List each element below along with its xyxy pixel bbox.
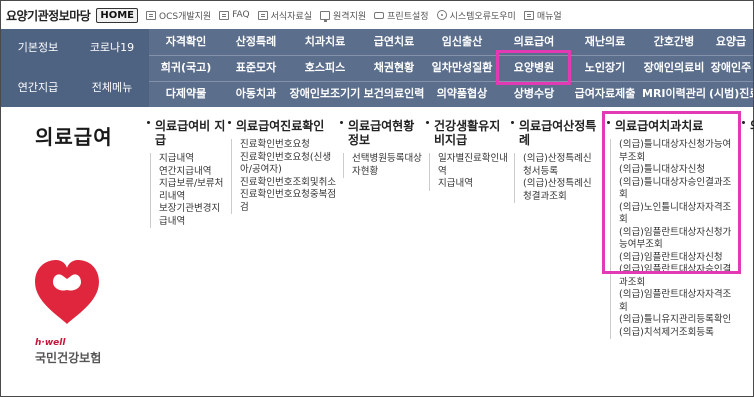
column-heading: 의료급여현황정보: [340, 119, 425, 147]
tool-label: OCS개발지원: [158, 11, 212, 22]
nav-disability-cost[interactable]: 장애인의료비: [639, 55, 709, 81]
nav-polypharmacy[interactable]: 다제약물: [149, 81, 223, 107]
nav-claims[interactable]: 채권현황: [361, 55, 427, 81]
printer-icon: [374, 11, 385, 19]
logo-org-name: 국민건강보험: [35, 351, 102, 365]
active-menu-highlight: [496, 50, 571, 85]
menu-link[interactable]: 지급내역: [159, 153, 227, 166]
menu-column-health-living: 건강생활유지비지급 일자별진료확인내역 지급내역: [426, 119, 510, 191]
nav-benefit-data-submit[interactable]: 급여자료제출: [571, 81, 639, 107]
nav-standard-maternal[interactable]: 표준모자: [223, 55, 289, 81]
nav-smoking[interactable]: 급연치료: [361, 29, 427, 55]
tool-print[interactable]: 프린트설정: [374, 9, 429, 22]
tool-label: FAQ: [232, 10, 250, 20]
menu-link[interactable]: 보장기관변경지급내역: [159, 203, 227, 228]
nav-all-menu[interactable]: 전체메뉴: [75, 75, 149, 101]
menu-column-partial: 의: [742, 119, 754, 133]
nav-eligibility[interactable]: 자격확인: [149, 29, 223, 55]
nav-nursing[interactable]: 간호간병: [639, 29, 709, 55]
menu-column-status: 의료급여현황정보 선택병원등록대상자현황: [340, 119, 425, 178]
column-highlight: [602, 111, 741, 274]
nav-child-dental[interactable]: 아동치과: [223, 81, 289, 107]
nav-dental[interactable]: 치과치료: [289, 29, 361, 55]
menu-link[interactable]: 선택병원등록대상자현황: [352, 153, 425, 178]
nav-pregnancy[interactable]: 임신출산: [427, 29, 497, 55]
nav-rare-disease[interactable]: 희귀(국고): [149, 55, 223, 81]
column-items: 진료확인번호요청 진료확인번호요청(신생아/공여자) 진료확인번호조회및취소 진…: [231, 139, 338, 214]
column-items: 일자별진료확인내역 지급내역: [429, 153, 510, 191]
gear-icon: [436, 10, 447, 20]
tool-label: 서식자료실: [270, 11, 313, 22]
tool-label: 매뉴얼: [536, 11, 562, 22]
nhis-logo-icon: [35, 260, 99, 324]
nav-health-workforce[interactable]: 보건의료인력: [361, 81, 427, 107]
menu-link[interactable]: 진료확인번호요청중복점검: [240, 189, 338, 214]
nav-disability-main[interactable]: 장애인주: [709, 55, 753, 81]
menu-link[interactable]: (의급)치석제거조회등록: [619, 327, 735, 340]
menu-link[interactable]: 진료확인번호조회및취소: [240, 177, 338, 190]
nav-drug-negotiation[interactable]: 의약품협상: [427, 81, 497, 107]
menu-column-confirmation: 의료급여진료확인 진료확인번호요청 진료확인번호요청(신생아/공여자) 진료확인…: [228, 119, 338, 214]
nav-disability-device[interactable]: 장애인보조기기: [289, 81, 361, 107]
column-items: 지급내역 연간지급내역 지급보류/보류처리내역 보장기관변경지급내역: [150, 153, 227, 228]
column-heading: 의료급여비 지급: [147, 119, 227, 147]
menu-link[interactable]: (의급)산정특례신청결과조회: [523, 178, 597, 203]
nav-covid19[interactable]: 코로나19: [75, 35, 149, 61]
document-icon: [219, 10, 230, 20]
nav-care-benefit[interactable]: 요양급: [709, 29, 753, 55]
nav-annual-payment[interactable]: 연간지급: [1, 75, 75, 101]
document-icon: [145, 10, 156, 20]
tool-label: 원격지원: [333, 11, 367, 22]
main-nav: 기본정보 코로나19 연간지급 전체메뉴 자격확인 산정특례 치과치료 급연치료…: [1, 29, 753, 107]
nav-mri-history[interactable]: MRI이력관리: [639, 81, 709, 107]
column-heading: 의료급여진료확인: [228, 119, 338, 133]
column-items: 선택병원등록대상자현황: [343, 153, 425, 178]
nav-basic-info[interactable]: 기본정보: [1, 35, 75, 61]
nav-hospice[interactable]: 호스피스: [289, 55, 361, 81]
menu-link[interactable]: 지급보류/보류처리내역: [159, 178, 227, 203]
tool-label: 프린트설정: [387, 11, 429, 22]
menu-link[interactable]: 진료확인번호요청(신생아/공여자): [240, 152, 338, 177]
menu-link[interactable]: 지급내역: [438, 178, 510, 191]
document-icon: [257, 10, 268, 20]
tool-error-help[interactable]: 시스템오류도우미: [436, 9, 516, 22]
column-heading: 의: [742, 119, 754, 133]
menu-link[interactable]: 연간지급내역: [159, 166, 227, 179]
tool-remote[interactable]: 원격지원: [320, 9, 366, 22]
nav-elder-longterm[interactable]: 노인장기: [571, 55, 639, 81]
menu-link[interactable]: 일자별진료확인내역: [438, 153, 510, 178]
tool-label: 시스템오류도우미: [449, 11, 516, 22]
home-button[interactable]: HOME: [96, 7, 138, 23]
nav-disaster[interactable]: 재난의료: [571, 29, 639, 55]
menu-link[interactable]: 진료확인번호요청: [240, 139, 338, 152]
page-title: 의료급여: [35, 125, 113, 149]
main-content: 의료급여 의료급여비 지급 지급내역 연간지급내역 지급보류/보류처리내역 보장…: [1, 107, 754, 396]
column-heading: 의료급여산정특례: [511, 119, 597, 147]
site-title[interactable]: 요양기관정보마당: [6, 7, 91, 24]
nav-pilot-care[interactable]: (시범)진료: [709, 81, 753, 107]
monitor-icon: [320, 10, 331, 22]
tool-ocs[interactable]: OCS개발지원: [145, 9, 212, 22]
document-icon: [523, 10, 534, 20]
menu-column-payment: 의료급여비 지급 지급내역 연간지급내역 지급보류/보류처리내역 보장기관변경지…: [147, 119, 227, 228]
column-heading: 건강생활유지비지급: [426, 119, 510, 147]
column-items: (의급)산정특례신청서등록 (의급)산정특례신청결과조회: [514, 153, 597, 203]
menu-column-special-calc: 의료급여산정특례 (의급)산정특례신청서등록 (의급)산정특례신청결과조회: [511, 119, 597, 203]
tool-faq[interactable]: FAQ: [219, 10, 250, 20]
tool-manual[interactable]: 매뉴얼: [523, 9, 562, 22]
nav-special-calc[interactable]: 산정특례: [223, 29, 289, 55]
nav-primary-chronic[interactable]: 일차만성질환: [427, 55, 497, 81]
nav-left-panel: 기본정보 코로나19 연간지급 전체메뉴: [1, 29, 149, 107]
tool-forms[interactable]: 서식자료실: [257, 9, 313, 22]
logo-subtext: h·well: [35, 338, 66, 348]
menu-link[interactable]: (의급)산정특례신청서등록: [523, 153, 597, 178]
top-bar: 요양기관정보마당 HOME OCS개발지원 FAQ 서식자료실 원격지원 프린트…: [1, 1, 753, 29]
menu-link[interactable]: (의급)틀니유지관리등록확인: [619, 314, 735, 327]
menu-link[interactable]: (의급)임플란트대상자자격조회: [619, 289, 735, 314]
